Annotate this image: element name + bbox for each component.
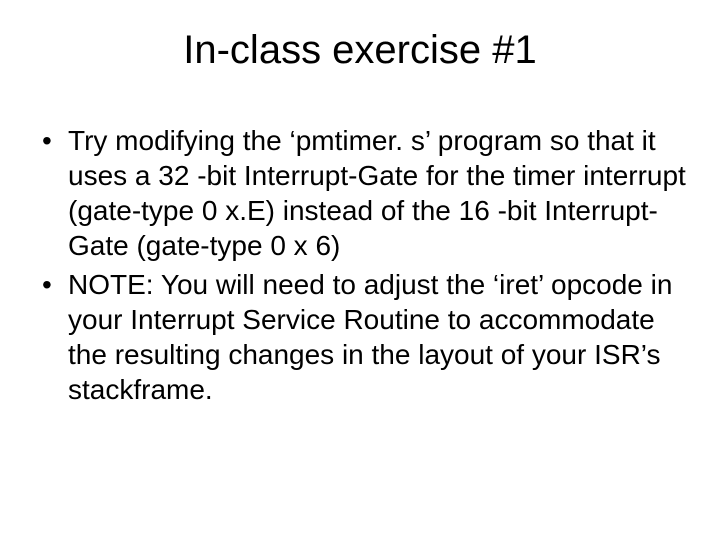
bullet-list: Try modifying the ‘pmtimer. s’ program s…	[38, 123, 690, 407]
list-item: NOTE: You will need to adjust the ‘iret’…	[38, 267, 690, 407]
slide: In-class exercise #1 Try modifying the ‘…	[0, 0, 720, 540]
slide-body: Try modifying the ‘pmtimer. s’ program s…	[30, 123, 690, 407]
list-item: Try modifying the ‘pmtimer. s’ program s…	[38, 123, 690, 263]
slide-title: In-class exercise #1	[30, 28, 690, 73]
